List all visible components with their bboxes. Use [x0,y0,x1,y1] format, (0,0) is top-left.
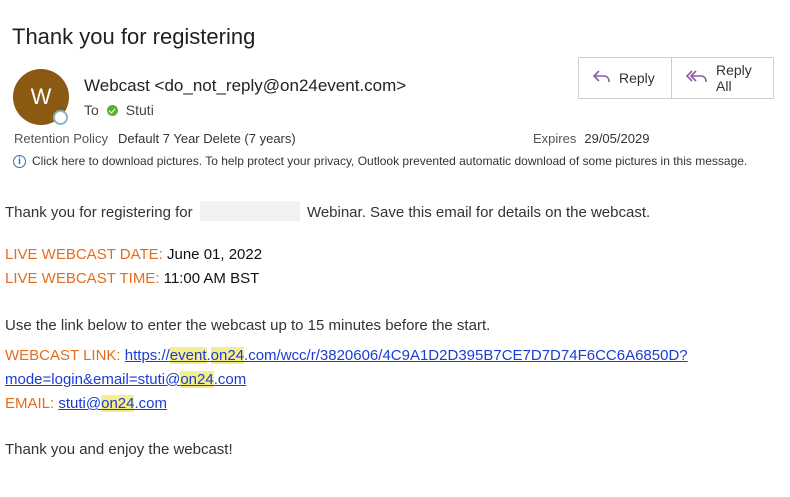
link-highlight: on24 [180,371,214,388]
email-label: EMAIL: [5,395,55,412]
intro-suffix: Webinar. Save this email for details on … [306,204,651,221]
time-value: 11:00 AM BST [163,270,260,287]
link-text: mode=login&email=stuti@ [5,371,181,388]
download-pictures-bar[interactable]: i Click here to download pictures. To he… [13,154,747,168]
to-label: To [84,102,99,118]
link-line: WEBCAST LINK: https://event.on24.com/wcc… [5,347,688,364]
presence-status-icon [53,110,68,125]
email-text: .com [134,395,167,412]
reply-all-label: Reply All [716,62,752,94]
link-highlight: on24 [210,347,245,364]
avatar-initial: W [30,84,52,109]
time-label: LIVE WEBCAST TIME: [5,270,160,287]
retention-value[interactable]: Default 7 Year Delete (7 years) [118,131,296,146]
expires-label: Expires [533,131,577,146]
link-line-continued: mode=login&email=stuti@on24.com [5,371,246,388]
reply-all-button[interactable]: Reply All [671,58,773,98]
sender-name[interactable]: Webcast <do_not_reply@on24event.com> [84,76,406,96]
recipient-line: To Stuti [84,102,154,118]
reply-button[interactable]: Reply [579,58,671,98]
link-text: .com/wcc/r/3820606/4C9A1D2D395B7CE7D7D74… [244,347,688,364]
link-highlight: event [169,347,207,364]
date-label: LIVE WEBCAST DATE: [5,246,163,263]
webcast-link[interactable]: https://event.on24.com/wcc/r/3820606/4C9… [125,347,688,364]
email-link[interactable]: stuti@on24.com [58,395,167,412]
reply-actions: Reply Reply All [578,57,774,99]
link-label: WEBCAST LINK: [5,347,121,364]
time-line: LIVE WEBCAST TIME: 11:00 AM BST [5,270,259,287]
link-text: https:// [124,347,170,364]
date-line: LIVE WEBCAST DATE: June 01, 2022 [5,246,262,263]
redacted-block [199,201,300,221]
reply-arrow-icon [592,69,611,87]
retention-label: Retention Policy [14,131,108,146]
available-status-icon [106,104,118,116]
reply-all-arrow-icon [685,69,708,87]
recipient-name[interactable]: Stuti [126,102,154,118]
instructions: Use the link below to enter the webcast … [5,317,491,334]
email-line: EMAIL: stuti@on24.com [5,395,167,412]
date-value: June 01, 2022 [167,246,263,263]
retention-policy: Retention Policy Default 7 Year Delete (7… [14,131,296,146]
email-subject: Thank you for registering [12,24,256,49]
intro-line: Thank you for registering for Webinar. S… [5,201,650,221]
email-highlight: on24 [101,395,135,412]
info-icon: i [13,154,26,168]
email-text: stuti@ [58,395,102,412]
info-bar-text[interactable]: Click here to download pictures. To help… [32,154,747,168]
webcast-link-continued[interactable]: mode=login&email=stuti@on24.com [5,371,246,388]
intro-prefix: Thank you for registering for [5,204,193,221]
reply-label: Reply [619,70,655,86]
closing-line: Thank you and enjoy the webcast! [5,441,233,458]
expires-value: 29/05/2029 [584,131,650,146]
expires-info: Expires 29/05/2029 [533,131,649,146]
link-text: .com [213,371,247,388]
